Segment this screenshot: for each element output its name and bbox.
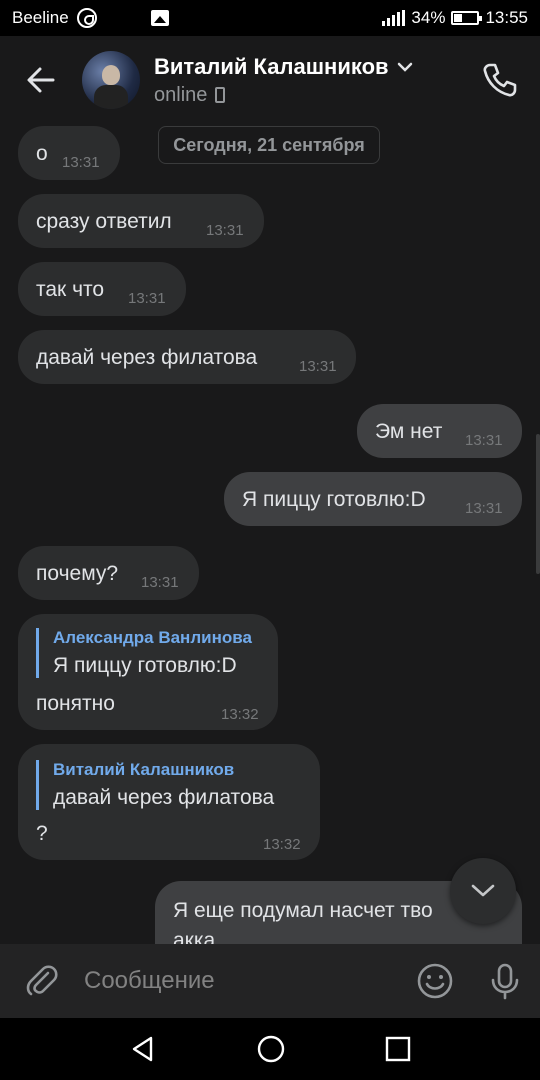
message-time: 13:31 xyxy=(299,358,337,375)
carrier-label: Beeline xyxy=(12,8,69,27)
reply-author: Виталий Калашников xyxy=(53,760,235,779)
chevron-down-icon xyxy=(397,62,412,72)
phone-icon xyxy=(483,63,517,97)
message-time: 13:32 xyxy=(263,836,301,853)
paperclip-icon xyxy=(26,965,58,996)
message-bubble-with-reply[interactable]: Александра Ванлинова Я пиццу готовлю:D п… xyxy=(18,614,278,730)
signal-icon xyxy=(382,10,406,26)
message-text: почему? xyxy=(36,562,119,585)
message-bubble[interactable]: так что 13:31 xyxy=(18,262,186,316)
message-text-line2: акка xyxy=(173,929,216,944)
chevron-down-icon xyxy=(471,884,495,897)
message-bubble[interactable]: сразу ответил 13:31 xyxy=(18,194,264,248)
message-bubble-with-reply[interactable]: Виталий Калашников давай через филатова … xyxy=(18,744,320,860)
emoji-button[interactable] xyxy=(400,962,470,1000)
message-text: Я еще подумал насчет тво xyxy=(173,899,433,922)
attach-button[interactable] xyxy=(0,963,84,999)
battery-percent: 34% xyxy=(411,8,446,27)
peer-status: online xyxy=(154,83,208,106)
message-time: 13:32 xyxy=(221,706,259,723)
reply-text: давай через филатова xyxy=(53,786,275,809)
message-text: ? xyxy=(36,822,48,845)
back-arrow-icon xyxy=(27,67,55,93)
reply-text: Я пиццу готовлю:D xyxy=(53,654,237,677)
message-time: 13:31 xyxy=(465,432,503,449)
mobile-device-icon xyxy=(215,87,226,103)
peer-name: Виталий Калашников xyxy=(154,53,389,79)
scrollbar[interactable] xyxy=(536,434,540,574)
scroll-down-button[interactable] xyxy=(450,858,516,924)
message-bubble-outgoing[interactable]: Я пиццу готовлю:D 13:31 xyxy=(224,472,522,526)
message-time: 13:31 xyxy=(128,290,166,307)
message-bubble-outgoing[interactable]: Эм нет 13:31 xyxy=(357,404,522,458)
status-bar: Beeline 34% 13:55 xyxy=(0,0,540,36)
call-button[interactable] xyxy=(480,60,520,100)
reply-quote[interactable]: Александра Ванлинова Я пиццу готовлю:D xyxy=(36,628,252,678)
reply-author: Александра Ванлинова xyxy=(53,628,252,647)
message-text: Я пиццу готовлю:D xyxy=(242,488,426,511)
nav-home-icon[interactable] xyxy=(256,1034,286,1064)
clock: 13:55 xyxy=(485,8,528,27)
avatar[interactable] xyxy=(82,51,140,109)
nav-back-icon[interactable] xyxy=(129,1035,157,1063)
message-composer: Сообщение xyxy=(0,944,540,1018)
message-bubble[interactable]: о 13:31 xyxy=(18,126,120,180)
message-bubble[interactable]: давай через филатова 13:31 xyxy=(18,330,356,384)
message-text: давай через филатова xyxy=(36,346,258,369)
message-time: 13:31 xyxy=(465,500,503,517)
reply-quote[interactable]: Виталий Калашников давай через филатова xyxy=(36,760,274,810)
message-time: 13:31 xyxy=(141,574,179,591)
message-text: Эм нет xyxy=(375,420,443,443)
message-bubble[interactable]: почему? 13:31 xyxy=(18,546,199,600)
peer-info[interactable]: Виталий Калашников online xyxy=(154,54,413,107)
message-text: так что xyxy=(36,278,105,301)
chat-header: Виталий Калашников online xyxy=(0,36,540,124)
system-navigation-bar xyxy=(0,1018,540,1080)
message-list[interactable]: Сегодня, 21 сентября о 13:31 сразу ответ… xyxy=(0,124,540,944)
microphone-icon xyxy=(491,963,519,1000)
battery-icon xyxy=(451,11,483,25)
whatsapp-notification-icon xyxy=(76,8,97,28)
smiley-icon xyxy=(417,963,453,999)
voice-message-button[interactable] xyxy=(470,962,540,1000)
message-text: понятно xyxy=(36,692,115,715)
date-separator: Сегодня, 21 сентября xyxy=(158,126,380,164)
message-text: сразу ответил xyxy=(36,210,172,233)
gallery-notification-icon xyxy=(150,10,169,26)
message-input[interactable]: Сообщение xyxy=(84,967,400,995)
message-time: 13:31 xyxy=(62,154,100,171)
back-button[interactable] xyxy=(0,36,82,124)
nav-recents-icon[interactable] xyxy=(385,1036,411,1062)
message-time: 13:31 xyxy=(206,222,244,239)
message-text: о xyxy=(36,142,48,165)
